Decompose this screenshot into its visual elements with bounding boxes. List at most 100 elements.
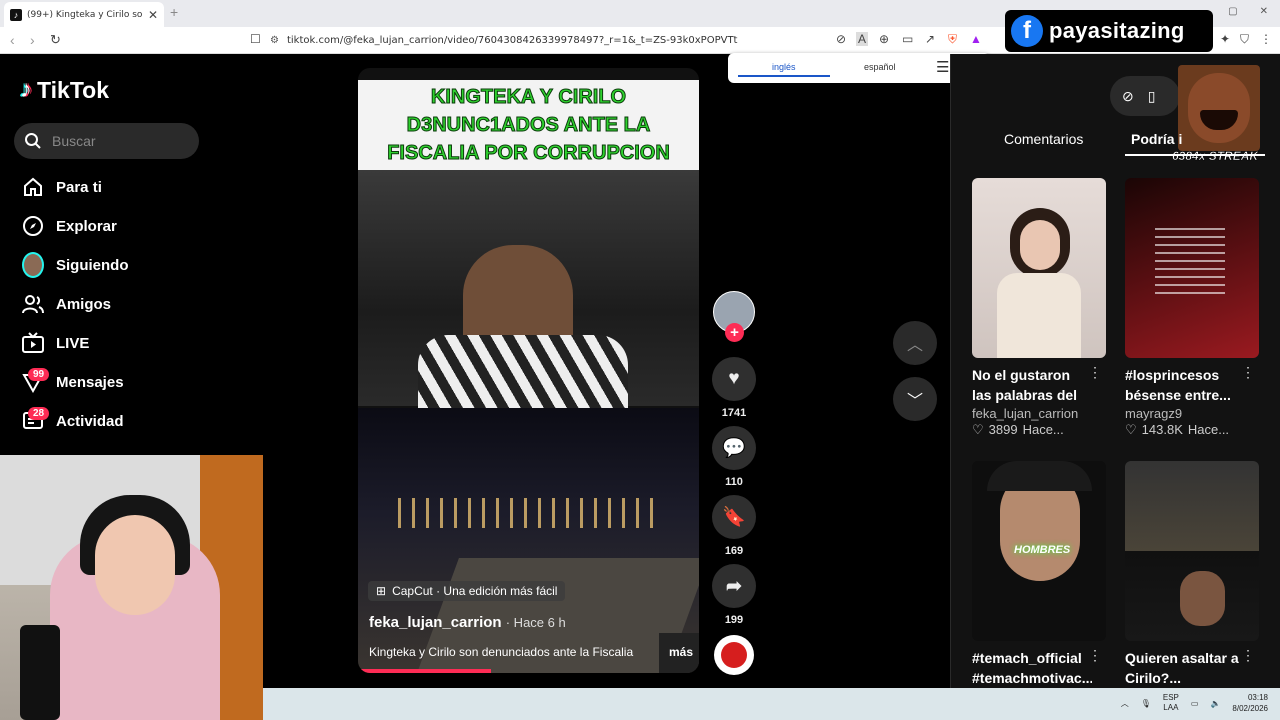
following-avatar-icon: [22, 252, 44, 278]
clock-time: 03:18: [1247, 693, 1268, 702]
search-placeholder: Buscar: [52, 133, 96, 149]
post-time: · Hace 6 h: [505, 615, 566, 630]
bookmark-icon[interactable]: 🔖: [712, 495, 756, 539]
mic-icon[interactable]: 🎙: [1141, 699, 1151, 708]
live-tv-icon: [22, 332, 44, 354]
facebook-icon: f: [1011, 15, 1043, 47]
translate-target-lang[interactable]: español: [864, 62, 896, 72]
brave-shield-icon[interactable]: ⛨: [948, 32, 957, 47]
share-action[interactable]: ➦ 199: [712, 564, 756, 626]
video-player[interactable]: KINGTEKA Y CIRILO D3NUNC1ADOS ANTE LA FI…: [358, 68, 699, 673]
heart-outline-icon: ♡: [972, 422, 984, 437]
active-tab-underline: [1125, 154, 1265, 156]
streak-text: 6384x STREAK: [1172, 149, 1259, 164]
tiktok-note-icon: ♪: [20, 76, 32, 103]
translate-menu-icon[interactable]: ☰: [936, 58, 949, 76]
sidebar-item-para-ti[interactable]: Para ti: [22, 176, 102, 198]
save-action[interactable]: 🔖 169: [712, 495, 756, 557]
sidebar-item-live[interactable]: LIVE: [22, 332, 89, 354]
streak-face: [1188, 73, 1250, 143]
video-frame-street: [358, 408, 699, 673]
follow-plus-icon[interactable]: +: [725, 323, 744, 342]
reload-icon[interactable]: ↻: [50, 32, 61, 48]
clock[interactable]: 03:18 8/02/2026: [1232, 692, 1268, 714]
browser-tab[interactable]: ♪ (99+) Kingteka y Cirilo son denunciado…: [4, 2, 164, 27]
os-taskbar: ︿ 🎙 ESP LAA ▭ 🔈 03:18 8/02/2026: [263, 688, 1280, 720]
zoom-icon[interactable]: ⊕: [879, 32, 889, 46]
extensions-icon[interactable]: ✦: [1220, 32, 1230, 46]
close-window-icon[interactable]: ✕: [1260, 6, 1268, 17]
capcut-icon: ⊞: [376, 584, 387, 598]
back-icon[interactable]: ‹: [10, 32, 15, 48]
video-progress-bar[interactable]: [358, 669, 491, 673]
search-icon: [25, 133, 41, 149]
phone-icon[interactable]: ▯: [1148, 88, 1156, 105]
search-input[interactable]: Buscar: [14, 123, 199, 159]
more-options-icon[interactable]: ⋮: [1241, 364, 1255, 381]
tab-close-icon[interactable]: ✕: [148, 8, 158, 22]
share-icon[interactable]: ↗: [925, 32, 935, 46]
card-likes: 143.8K: [1141, 422, 1183, 437]
volume-icon[interactable]: 🔈: [1210, 699, 1220, 708]
share-count: 199: [724, 614, 744, 626]
video-author[interactable]: feka_lujan_carrion · Hace 6 h: [369, 614, 566, 631]
next-video-button[interactable]: ﹀: [893, 377, 937, 421]
video-title-banner: KINGTEKA Y CIRILO D3NUNC1ADOS ANTE LA FI…: [358, 80, 699, 170]
video-thumbnail[interactable]: [1125, 178, 1259, 358]
more-button[interactable]: más: [659, 633, 699, 673]
view-toggle-pill[interactable]: ⊘ ▯: [1110, 76, 1180, 116]
author-name: feka_lujan_carrion: [369, 614, 502, 631]
like-action[interactable]: ♥ 1741: [712, 357, 756, 419]
more-options-icon[interactable]: ⋮: [1088, 647, 1102, 664]
menu-icon[interactable]: ⋮: [1260, 32, 1272, 46]
previous-video-button[interactable]: ︿: [893, 321, 937, 365]
sound-disc[interactable]: [714, 635, 754, 675]
sidebar-item-siguiendo[interactable]: Siguiendo: [22, 252, 129, 278]
share-arrow-icon[interactable]: ➦: [712, 564, 756, 608]
wallet-icon[interactable]: ⛉: [1240, 32, 1249, 47]
network-icon[interactable]: ▭: [1191, 699, 1199, 708]
screenshot-icon[interactable]: ▭: [902, 32, 913, 46]
more-options-icon[interactable]: ⋮: [1241, 647, 1255, 664]
sidebar-item-explorar[interactable]: Explorar: [22, 215, 117, 237]
compass-small-icon[interactable]: ⊘: [1122, 88, 1134, 105]
no-tracking-icon[interactable]: ⊘: [836, 32, 846, 46]
recommended-video-card[interactable]: HOMBRES ⋮ #temach_official #temachmotiva…: [972, 461, 1106, 688]
video-thumbnail[interactable]: [972, 178, 1106, 358]
capcut-tag[interactable]: ⊞ CapCut · Una edición más fácil: [368, 581, 566, 601]
comment-icon[interactable]: 💬: [712, 426, 756, 470]
more-options-icon[interactable]: ⋮: [1088, 364, 1102, 381]
tab-comentarios[interactable]: Comentarios: [1004, 131, 1083, 147]
bookmark-icon[interactable]: ☐: [250, 32, 261, 46]
translate-icon[interactable]: A: [856, 32, 869, 46]
tiktok-logo[interactable]: ♪ TikTok: [20, 76, 109, 104]
recommended-video-card[interactable]: ⋮ #losprincesos bésense entre... mayragz…: [1125, 178, 1259, 438]
comment-action[interactable]: 💬 110: [712, 426, 756, 488]
chevron-up-icon: ︿: [906, 337, 923, 354]
heart-icon[interactable]: ♥: [712, 357, 756, 401]
active-lang-underline: [738, 75, 830, 77]
site-info-icon[interactable]: ⚙: [270, 35, 279, 46]
video-thumbnail[interactable]: HOMBRES: [972, 461, 1106, 641]
tray-chevron-icon[interactable]: ︿: [1121, 698, 1129, 709]
forward-icon[interactable]: ›: [30, 32, 35, 48]
video-thumbnail[interactable]: [1125, 461, 1259, 641]
tab-podria-interesarte[interactable]: Podría i: [1131, 131, 1182, 147]
thumb-overlay-text: [1155, 228, 1225, 298]
card-time: Hace...: [1022, 422, 1064, 437]
rewards-icon[interactable]: ▲: [970, 32, 982, 46]
translate-source-lang[interactable]: inglés: [772, 62, 796, 72]
maximize-icon[interactable]: ▢: [1228, 6, 1237, 17]
webcam-face: [95, 515, 175, 615]
keyboard-language[interactable]: ESP LAA: [1163, 693, 1179, 713]
recommended-video-card[interactable]: ⋮ No el gustaron las palabras del Gott..…: [972, 178, 1106, 438]
video-frame-car: [358, 170, 699, 410]
sidebar-item-label: Explorar: [56, 217, 117, 235]
home-icon: [22, 176, 44, 198]
sidebar-item-label: Siguiendo: [56, 256, 129, 274]
new-tab-icon[interactable]: +: [170, 4, 178, 20]
sidebar-item-amigos[interactable]: Amigos: [22, 293, 111, 315]
recommended-video-card[interactable]: ⋮ Quieren asaltar a Cirilo?...: [1125, 461, 1259, 688]
card-title: Quieren asaltar a Cirilo?...: [1125, 650, 1239, 686]
messages-badge: 99: [28, 368, 50, 381]
